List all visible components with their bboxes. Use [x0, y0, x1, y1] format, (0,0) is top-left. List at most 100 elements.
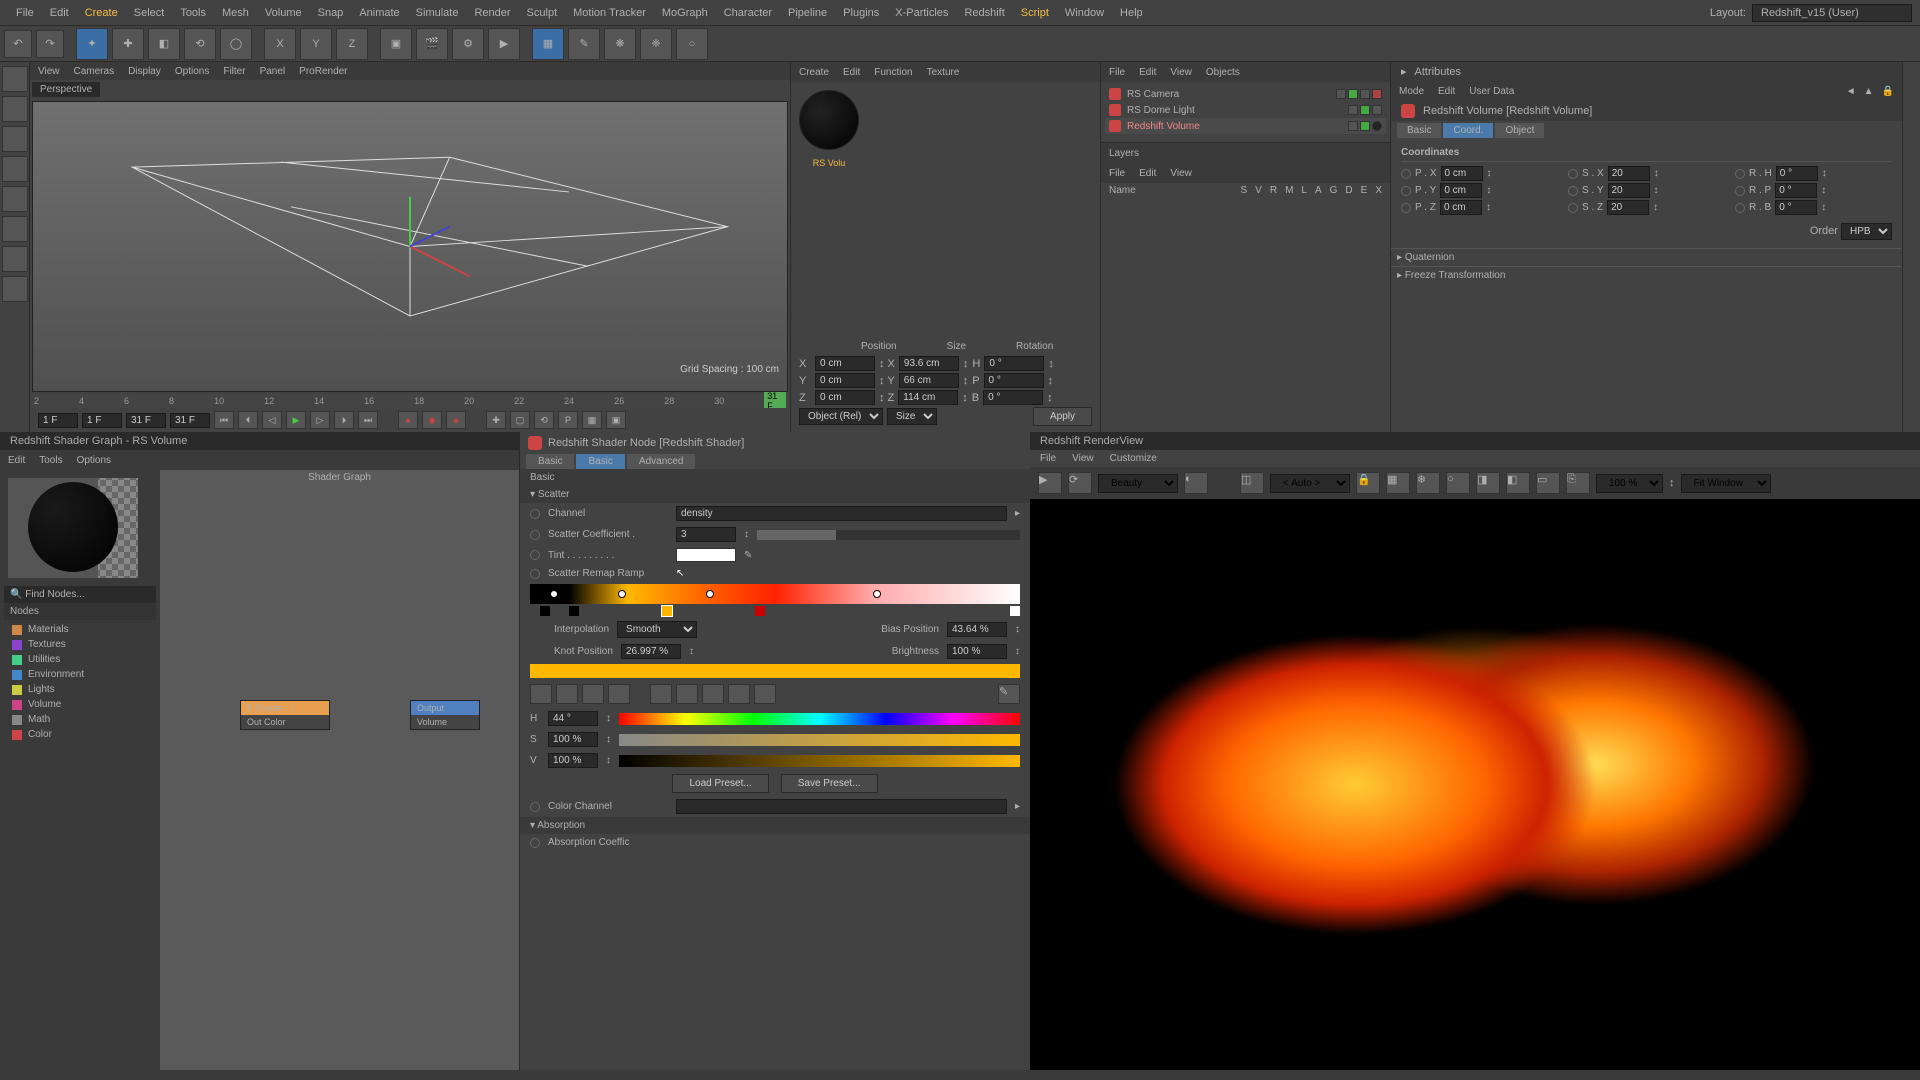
frame-from-field[interactable]: [82, 413, 122, 428]
vp-options[interactable]: Options: [175, 66, 209, 77]
aov-dropdown[interactable]: Beauty: [1098, 474, 1178, 493]
freeze-section[interactable]: ▸ Freeze Transformation: [1391, 266, 1902, 284]
fit-dropdown[interactable]: Fit Window: [1681, 474, 1771, 493]
ramp-knot[interactable]: [618, 590, 626, 598]
menu-motion-tracker[interactable]: Motion Tracker: [565, 3, 654, 23]
snapshot-icon[interactable]: ◨: [1476, 472, 1500, 494]
tab-basic[interactable]: Basic: [1397, 123, 1441, 138]
eyedropper-icon[interactable]: ✎: [998, 684, 1020, 704]
ramp-knot[interactable]: [873, 590, 881, 598]
apply-button[interactable]: Apply: [1033, 407, 1092, 426]
anim-dot[interactable]: [1568, 186, 1578, 196]
ramp-tool-8[interactable]: [728, 684, 750, 704]
object-row-volume[interactable]: Redshift Volume: [1105, 118, 1386, 134]
node-category[interactable]: Textures: [6, 637, 154, 652]
edge-mode-icon[interactable]: [2, 216, 28, 242]
rot-p-field[interactable]: [984, 373, 1044, 388]
scatter-coef-slider[interactable]: [757, 530, 1020, 540]
record-icon[interactable]: ●: [398, 411, 418, 429]
anim-dot[interactable]: [1401, 169, 1411, 179]
menu-mograph[interactable]: MoGraph: [654, 3, 716, 23]
ramp-tool-3[interactable]: [582, 684, 604, 704]
play-icon[interactable]: ▶: [286, 411, 306, 429]
frame-start-field[interactable]: [38, 413, 78, 428]
anim-dot[interactable]: [1568, 203, 1578, 213]
om-edit[interactable]: Edit: [1139, 67, 1156, 78]
ramp-handle[interactable]: [755, 606, 765, 616]
size-mode-dropdown[interactable]: Size: [887, 408, 937, 425]
attr-userdata[interactable]: User Data: [1469, 86, 1514, 97]
scale-tool[interactable]: ◧: [148, 28, 180, 60]
sx-field[interactable]: [1608, 166, 1650, 181]
grid-icon[interactable]: ▦: [1386, 472, 1410, 494]
menu-create[interactable]: Create: [77, 3, 126, 23]
point-mode-icon[interactable]: [2, 186, 28, 212]
history-icon[interactable]: ▭: [1536, 472, 1560, 494]
render-opt-icon[interactable]: ◐: [1184, 472, 1208, 494]
menu-snap[interactable]: Snap: [310, 3, 352, 23]
vp-filter[interactable]: Filter: [223, 66, 245, 77]
anim-dot[interactable]: [1735, 169, 1745, 179]
ab-icon[interactable]: ◧: [1506, 472, 1530, 494]
color-channel-field[interactable]: [676, 799, 1007, 814]
om-view[interactable]: View: [1170, 67, 1192, 78]
find-nodes-input[interactable]: 🔍 Find Nodes...: [4, 586, 156, 603]
rot-key-icon[interactable]: ⟲: [534, 411, 554, 429]
lasso-tool[interactable]: ◯: [220, 28, 252, 60]
layers-edit[interactable]: Edit: [1139, 168, 1156, 179]
scatter-section[interactable]: ▾ Scatter: [520, 486, 1030, 503]
perspective-viewport[interactable]: Grid Spacing : 100 cm: [32, 101, 788, 392]
rh-field[interactable]: [1776, 166, 1818, 181]
om-objects[interactable]: Objects: [1206, 67, 1240, 78]
attr-edit[interactable]: Edit: [1438, 86, 1455, 97]
menu-sculpt[interactable]: Sculpt: [519, 3, 566, 23]
layout-dropdown[interactable]: Redshift_v15 (User): [1752, 4, 1912, 22]
auto-dropdown[interactable]: < Auto >: [1270, 474, 1350, 493]
render-settings-icon[interactable]: ⚙: [452, 28, 484, 60]
output-node[interactable]: Output Volume: [410, 700, 480, 730]
sg-edit[interactable]: Edit: [8, 455, 25, 466]
pos-y-field[interactable]: [815, 373, 875, 388]
object-row-camera[interactable]: RS Camera: [1105, 86, 1386, 102]
axis-y-button[interactable]: Y: [300, 28, 332, 60]
lock-icon[interactable]: 🔒: [1356, 472, 1380, 494]
sy-field[interactable]: [1608, 183, 1650, 198]
pz-field[interactable]: [1440, 200, 1482, 215]
ramp-handle-active[interactable]: [662, 606, 672, 616]
v-field[interactable]: [548, 753, 598, 768]
node-category[interactable]: Lights: [6, 682, 154, 697]
tab-object[interactable]: Object: [1495, 123, 1544, 138]
menu-help[interactable]: Help: [1112, 3, 1151, 23]
rv-view[interactable]: View: [1072, 453, 1094, 464]
material-name[interactable]: RS Volu: [791, 158, 867, 168]
mat-texture[interactable]: Texture: [927, 67, 960, 78]
menu-plugins[interactable]: Plugins: [835, 3, 887, 23]
node-port[interactable]: Volume: [411, 715, 479, 729]
shader-node[interactable]: ft Shader : \ Out Color: [240, 700, 330, 730]
order-dropdown[interactable]: HPB: [1841, 223, 1892, 240]
h-field[interactable]: [548, 711, 598, 726]
mat-create[interactable]: Create: [799, 67, 829, 78]
val-slider[interactable]: [619, 755, 1020, 767]
ramp-knot[interactable]: [706, 590, 714, 598]
ramp-handles[interactable]: [530, 606, 1020, 618]
menu-render[interactable]: Render: [466, 3, 518, 23]
load-preset-button[interactable]: Load Preset...: [672, 774, 768, 793]
menu-redshift[interactable]: Redshift: [956, 3, 1012, 23]
anim-dot[interactable]: [1401, 203, 1411, 213]
spline-icon[interactable]: ✎: [568, 28, 600, 60]
ramp-handle[interactable]: [540, 606, 550, 616]
keyframe-sel-icon[interactable]: ▣: [606, 411, 626, 429]
menu-tools[interactable]: Tools: [172, 3, 214, 23]
vp-prorender[interactable]: ProRender: [299, 66, 347, 77]
quaternion-section[interactable]: ▸ Quaternion: [1391, 248, 1902, 266]
axis-x-button[interactable]: X: [264, 28, 296, 60]
crop-icon[interactable]: ◫: [1240, 472, 1264, 494]
size-x-field[interactable]: [899, 356, 959, 371]
zoom-dropdown[interactable]: 100 %: [1596, 474, 1663, 493]
menu-simulate[interactable]: Simulate: [408, 3, 467, 23]
goto-start-icon[interactable]: ⏮: [214, 411, 234, 429]
menu-file[interactable]: File: [8, 3, 42, 23]
anim-dot[interactable]: [530, 569, 540, 579]
frame-end-field[interactable]: [170, 413, 210, 428]
